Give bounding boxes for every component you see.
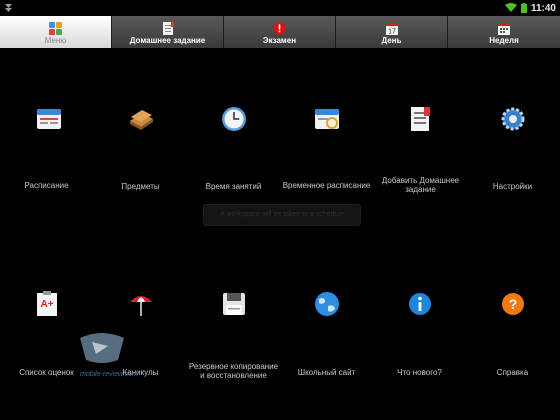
label-subjects: Предметы <box>121 182 160 191</box>
info-icon <box>408 293 431 315</box>
wifi-icon <box>504 3 517 12</box>
watermark-logo <box>80 333 124 363</box>
svg-text:17: 17 <box>388 29 396 36</box>
menu-item-subjects[interactable] <box>94 105 187 138</box>
menu-item-backup[interactable] <box>187 290 280 323</box>
menu-item-grades[interactable]: A+ <box>0 290 93 323</box>
menu-item-help[interactable]: ? <box>466 290 559 323</box>
label-settings: Настройки <box>492 182 533 191</box>
label-school-site: Школьный сайт <box>297 368 356 377</box>
label-class-time: Время занятий <box>205 182 262 191</box>
toast-message: A workspace will be taken to a schedule <box>203 204 361 226</box>
exam-icon <box>273 22 286 35</box>
tab-homework[interactable]: Домашнее задание <box>112 16 224 48</box>
temp-schedule-icon <box>314 109 339 129</box>
menu-item-temp-schedule[interactable] <box>280 105 373 138</box>
label-temp-schedule: Временное расписание <box>282 181 371 190</box>
books-icon <box>129 110 153 130</box>
svg-text:A+: A+ <box>40 299 53 310</box>
usb-debug-icon <box>5 4 12 12</box>
tab-bar: Меню Домашнее задание Экзамен 17 День Не… <box>0 16 560 48</box>
globe-icon <box>314 292 339 316</box>
status-time: 11:40 <box>530 2 556 14</box>
floppy-disk-icon <box>222 293 245 315</box>
label-backup: Резервное копирование и восстановление <box>188 362 279 380</box>
menu-item-settings[interactable] <box>466 105 559 138</box>
watermark-text: mobile-review.com <box>80 371 138 378</box>
add-homework-icon <box>410 107 430 131</box>
help-icon: ? <box>501 293 524 315</box>
label-help: Справка <box>496 368 529 377</box>
menu-icon <box>49 22 62 35</box>
day-calendar-icon: 17 <box>385 22 398 35</box>
tab-menu[interactable]: Меню <box>0 16 112 48</box>
tab-exam[interactable]: Экзамен <box>224 16 336 48</box>
menu-item-school-site[interactable] <box>280 290 373 323</box>
grades-icon: A+ <box>36 291 57 316</box>
clock-icon <box>221 107 246 131</box>
gear-icon <box>501 107 524 131</box>
tab-label: Меню <box>44 36 67 45</box>
menu-item-add-homework[interactable] <box>373 105 466 138</box>
menu-item-class-time[interactable] <box>187 105 280 138</box>
status-bar: 11:40 <box>0 0 560 16</box>
menu-item-holidays[interactable] <box>94 290 187 323</box>
tab-day[interactable]: 17 День <box>336 16 448 48</box>
week-calendar-icon <box>498 22 511 35</box>
beach-umbrella-icon <box>129 296 152 316</box>
label-add-homework: Добавить Домашнее задание <box>381 176 460 194</box>
svg-text:?: ? <box>508 296 517 312</box>
tab-label: День <box>381 36 402 45</box>
tab-label: Экзамен <box>262 36 297 45</box>
label-schedule: Расписание <box>24 181 69 190</box>
homework-icon <box>161 22 174 35</box>
tab-label: Неделя <box>489 36 519 45</box>
label-whats-new: Что нового? <box>397 368 442 377</box>
menu-item-schedule[interactable] <box>2 105 95 138</box>
tab-label: Домашнее задание <box>129 36 206 45</box>
battery-icon <box>520 3 527 13</box>
tab-week[interactable]: Неделя <box>448 16 560 48</box>
menu-item-whats-new[interactable] <box>373 290 466 323</box>
schedule-icon <box>36 109 61 129</box>
